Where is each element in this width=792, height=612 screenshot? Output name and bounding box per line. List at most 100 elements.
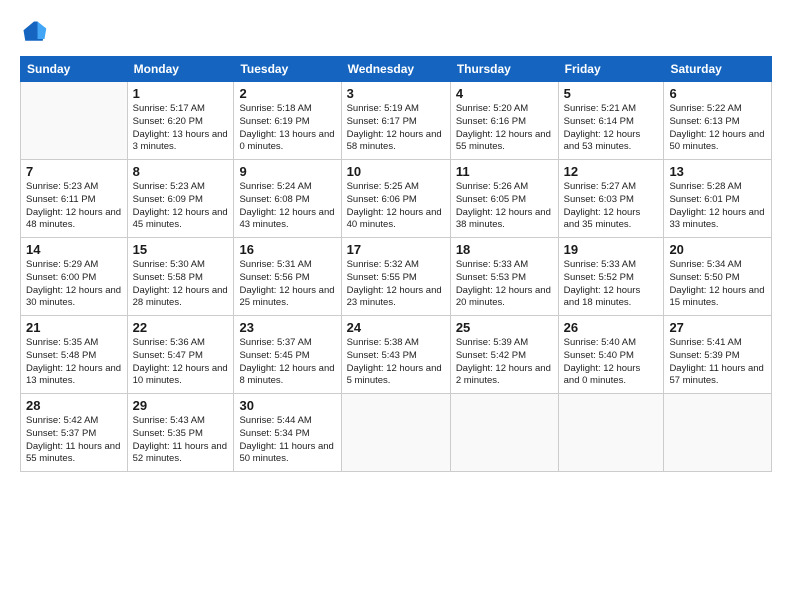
day-number: 14 — [26, 242, 122, 257]
day-number: 22 — [133, 320, 229, 335]
cell-info: Sunrise: 5:34 AMSunset: 5:50 PMDaylight:… — [669, 259, 766, 310]
day-number: 12 — [564, 164, 659, 179]
day-number: 11 — [456, 164, 553, 179]
calendar-cell: 9 Sunrise: 5:24 AMSunset: 6:08 PMDaylight… — [234, 160, 341, 238]
cell-info: Sunrise: 5:27 AMSunset: 6:03 PMDaylight:… — [564, 181, 659, 232]
cell-info: Sunrise: 5:35 AMSunset: 5:48 PMDaylight:… — [26, 337, 122, 388]
calendar-cell — [450, 394, 558, 472]
cell-info: Sunrise: 5:42 AMSunset: 5:37 PMDaylight:… — [26, 415, 122, 466]
cell-info: Sunrise: 5:29 AMSunset: 6:00 PMDaylight:… — [26, 259, 122, 310]
day-number: 1 — [133, 86, 229, 101]
day-number: 27 — [669, 320, 766, 335]
day-number: 7 — [26, 164, 122, 179]
day-number: 2 — [239, 86, 335, 101]
cell-info: Sunrise: 5:26 AMSunset: 6:05 PMDaylight:… — [456, 181, 553, 232]
page: SundayMondayTuesdayWednesdayThursdayFrid… — [0, 0, 792, 612]
cell-info: Sunrise: 5:28 AMSunset: 6:01 PMDaylight:… — [669, 181, 766, 232]
day-number: 19 — [564, 242, 659, 257]
day-number: 4 — [456, 86, 553, 101]
logo — [20, 18, 52, 46]
cell-info: Sunrise: 5:23 AMSunset: 6:11 PMDaylight:… — [26, 181, 122, 232]
calendar-cell: 1 Sunrise: 5:17 AMSunset: 6:20 PMDaylight… — [127, 82, 234, 160]
calendar-cell: 2 Sunrise: 5:18 AMSunset: 6:19 PMDaylight… — [234, 82, 341, 160]
calendar-cell: 27 Sunrise: 5:41 AMSunset: 5:39 PMDayligh… — [664, 316, 772, 394]
day-number: 29 — [133, 398, 229, 413]
calendar-cell: 24 Sunrise: 5:38 AMSunset: 5:43 PMDayligh… — [341, 316, 450, 394]
column-header-monday: Monday — [127, 57, 234, 82]
column-header-sunday: Sunday — [21, 57, 128, 82]
calendar-cell: 16 Sunrise: 5:31 AMSunset: 5:56 PMDayligh… — [234, 238, 341, 316]
day-number: 3 — [347, 86, 445, 101]
calendar-week-row: 28Sunrise: 5:42 AMSunset: 5:37 PMDayligh… — [21, 394, 772, 472]
cell-info: Sunrise: 5:19 AMSunset: 6:17 PMDaylight:… — [347, 103, 445, 154]
day-number: 8 — [133, 164, 229, 179]
calendar-header-row: SundayMondayTuesdayWednesdayThursdayFrid… — [21, 57, 772, 82]
cell-info: Sunrise: 5:36 AMSunset: 5:47 PMDaylight:… — [133, 337, 229, 388]
calendar-cell: 7 Sunrise: 5:23 AMSunset: 6:11 PMDaylight… — [21, 160, 128, 238]
calendar-cell: 21 Sunrise: 5:35 AMSunset: 5:48 PMDayligh… — [21, 316, 128, 394]
column-header-saturday: Saturday — [664, 57, 772, 82]
calendar-cell — [664, 394, 772, 472]
day-number: 23 — [239, 320, 335, 335]
day-number: 15 — [133, 242, 229, 257]
column-header-tuesday: Tuesday — [234, 57, 341, 82]
cell-info: Sunrise: 5:25 AMSunset: 6:06 PMDaylight:… — [347, 181, 445, 232]
cell-info: Sunrise: 5:32 AMSunset: 5:55 PMDaylight:… — [347, 259, 445, 310]
calendar-cell: 12 Sunrise: 5:27 AMSunset: 6:03 PMDayligh… — [558, 160, 664, 238]
day-number: 21 — [26, 320, 122, 335]
calendar-cell: 23 Sunrise: 5:37 AMSunset: 5:45 PMDayligh… — [234, 316, 341, 394]
calendar-cell: 13 Sunrise: 5:28 AMSunset: 6:01 PMDayligh… — [664, 160, 772, 238]
cell-info: Sunrise: 5:23 AMSunset: 6:09 PMDaylight:… — [133, 181, 229, 232]
day-number: 18 — [456, 242, 553, 257]
day-number: 20 — [669, 242, 766, 257]
calendar-cell: 3 Sunrise: 5:19 AMSunset: 6:17 PMDaylight… — [341, 82, 450, 160]
column-header-thursday: Thursday — [450, 57, 558, 82]
calendar-cell: 18Sunrise: 5:33 AMSunset: 5:53 PMDayligh… — [450, 238, 558, 316]
cell-info: Sunrise: 5:43 AMSunset: 5:35 PMDaylight:… — [133, 415, 229, 466]
day-number: 25 — [456, 320, 553, 335]
calendar-cell: 4Sunrise: 5:20 AMSunset: 6:16 PMDaylight… — [450, 82, 558, 160]
calendar-cell: 30 Sunrise: 5:44 AMSunset: 5:34 PMDayligh… — [234, 394, 341, 472]
calendar-cell: 22 Sunrise: 5:36 AMSunset: 5:47 PMDayligh… — [127, 316, 234, 394]
calendar-cell: 11 Sunrise: 5:26 AMSunset: 6:05 PMDayligh… — [450, 160, 558, 238]
day-number: 5 — [564, 86, 659, 101]
cell-info: Sunrise: 5:37 AMSunset: 5:45 PMDaylight:… — [239, 337, 335, 388]
calendar-week-row: 1 Sunrise: 5:17 AMSunset: 6:20 PMDaylight… — [21, 82, 772, 160]
calendar-cell: 8 Sunrise: 5:23 AMSunset: 6:09 PMDaylight… — [127, 160, 234, 238]
calendar-cell: 26Sunrise: 5:40 AMSunset: 5:40 PMDayligh… — [558, 316, 664, 394]
cell-info: Sunrise: 5:18 AMSunset: 6:19 PMDaylight:… — [239, 103, 335, 154]
day-number: 17 — [347, 242, 445, 257]
cell-info: Sunrise: 5:38 AMSunset: 5:43 PMDaylight:… — [347, 337, 445, 388]
calendar-cell — [341, 394, 450, 472]
day-number: 24 — [347, 320, 445, 335]
cell-info: Sunrise: 5:41 AMSunset: 5:39 PMDaylight:… — [669, 337, 766, 388]
day-number: 13 — [669, 164, 766, 179]
calendar-cell: 19 Sunrise: 5:33 AMSunset: 5:52 PMDayligh… — [558, 238, 664, 316]
cell-info: Sunrise: 5:39 AMSunset: 5:42 PMDaylight:… — [456, 337, 553, 388]
cell-info: Sunrise: 5:31 AMSunset: 5:56 PMDaylight:… — [239, 259, 335, 310]
calendar-week-row: 14 Sunrise: 5:29 AMSunset: 6:00 PMDayligh… — [21, 238, 772, 316]
cell-info: Sunrise: 5:17 AMSunset: 6:20 PMDaylight:… — [133, 103, 229, 154]
calendar-cell — [21, 82, 128, 160]
column-header-wednesday: Wednesday — [341, 57, 450, 82]
day-number: 9 — [239, 164, 335, 179]
calendar-cell: 14 Sunrise: 5:29 AMSunset: 6:00 PMDayligh… — [21, 238, 128, 316]
day-number: 16 — [239, 242, 335, 257]
logo-icon — [20, 18, 48, 46]
cell-info: Sunrise: 5:21 AMSunset: 6:14 PMDaylight:… — [564, 103, 659, 154]
cell-info: Sunrise: 5:22 AMSunset: 6:13 PMDaylight:… — [669, 103, 766, 154]
day-number: 30 — [239, 398, 335, 413]
cell-info: Sunrise: 5:33 AMSunset: 5:52 PMDaylight:… — [564, 259, 659, 310]
calendar-cell: 20 Sunrise: 5:34 AMSunset: 5:50 PMDayligh… — [664, 238, 772, 316]
calendar-cell: 29 Sunrise: 5:43 AMSunset: 5:35 PMDayligh… — [127, 394, 234, 472]
calendar-table: SundayMondayTuesdayWednesdayThursdayFrid… — [20, 56, 772, 472]
day-number: 10 — [347, 164, 445, 179]
calendar-cell: 6Sunrise: 5:22 AMSunset: 6:13 PMDaylight… — [664, 82, 772, 160]
cell-info: Sunrise: 5:24 AMSunset: 6:08 PMDaylight:… — [239, 181, 335, 232]
column-header-friday: Friday — [558, 57, 664, 82]
calendar-cell: 28Sunrise: 5:42 AMSunset: 5:37 PMDayligh… — [21, 394, 128, 472]
calendar-cell: 10 Sunrise: 5:25 AMSunset: 6:06 PMDayligh… — [341, 160, 450, 238]
day-number: 26 — [564, 320, 659, 335]
calendar-week-row: 21 Sunrise: 5:35 AMSunset: 5:48 PMDayligh… — [21, 316, 772, 394]
cell-info: Sunrise: 5:44 AMSunset: 5:34 PMDaylight:… — [239, 415, 335, 466]
